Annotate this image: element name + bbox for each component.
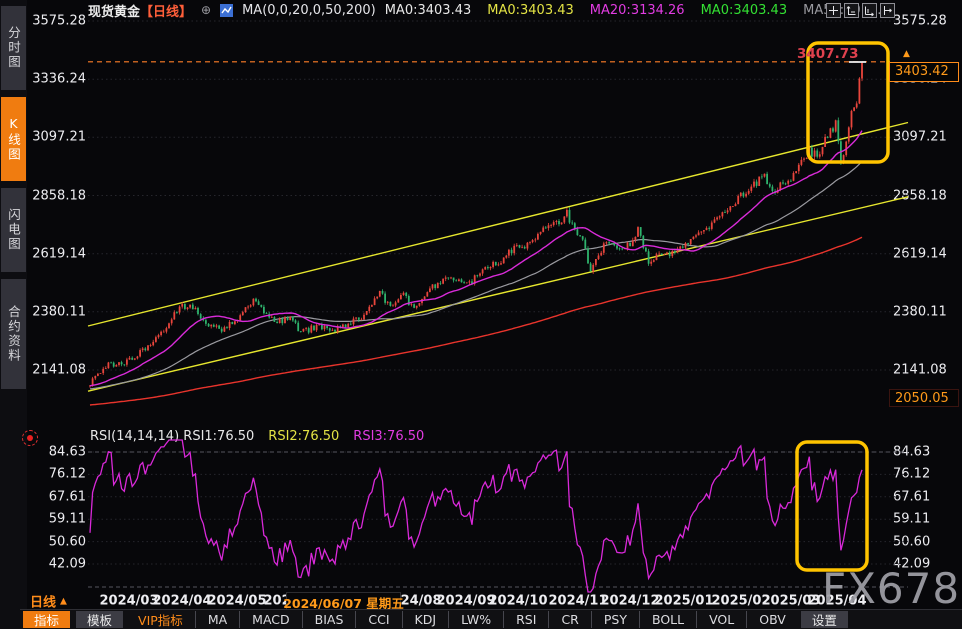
indicator-tab[interactable]: 指标	[23, 611, 70, 628]
trend-channel-line	[88, 197, 908, 391]
indicator-tab[interactable]: RSI	[503, 611, 548, 628]
trading-app-window: 分时图K线图闪电图合约资料 现货黄金【日线】 ⊕ MA(0,0,20,0,50,…	[0, 0, 962, 629]
ma-value-label: MA0:3403.43	[701, 3, 788, 18]
indicator-tab[interactable]: BOLL	[639, 611, 696, 628]
indicator-tab[interactable]: OBV	[746, 611, 798, 628]
indicator-tab[interactable]: MACD	[239, 611, 301, 628]
indicator-toolbar: 指标模板VIP指标MAMACDBIASCCIKDJLW%RSICRPSYBOLL…	[20, 609, 962, 629]
highlight-annotation-box	[797, 442, 867, 570]
indicator-tab[interactable]: VOL	[696, 611, 746, 628]
ma-settings-label[interactable]: MA(0,0,20,0,50,200)	[242, 3, 376, 18]
indicator-tab[interactable]: VIP指标	[126, 611, 195, 628]
indicator-tab[interactable]: 设置	[801, 611, 848, 628]
indicator-tab[interactable]: MA	[195, 611, 239, 628]
high-annotation: 3407.73	[797, 46, 859, 62]
indicator-tab[interactable]: CCI	[355, 611, 401, 628]
instrument-name: 现货黄金【日线】	[88, 1, 192, 20]
indicator-tab[interactable]: KDJ	[402, 611, 449, 628]
y-axis-scale-icon[interactable]	[844, 3, 859, 18]
crosshair-icon[interactable]	[826, 3, 841, 18]
indicator-tab[interactable]: BIAS	[302, 611, 356, 628]
price-up-arrow-icon: ▲	[903, 50, 910, 59]
chart-canvas[interactable]	[0, 0, 962, 629]
ma20-line	[90, 131, 862, 386]
shift-right-icon[interactable]	[880, 3, 895, 18]
current-price-label: 3403.42	[889, 62, 959, 82]
chart-header: 现货黄金【日线】 ⊕ MA(0,0,20,0,50,200) MA0:3403.…	[88, 2, 892, 18]
candles-layer	[89, 62, 863, 388]
indicator-tab[interactable]: 模板	[76, 611, 123, 628]
ma-values: MA0:3403.43 MA0:3403.43 MA20:3134.26 MA0:34…	[385, 3, 892, 18]
ma-value-label: MA20:3134.26	[590, 3, 685, 18]
ma-value-label: MA0:3403.43	[385, 3, 472, 18]
watermark: FX678	[822, 564, 960, 613]
chart-toolbar	[826, 3, 895, 18]
indicator-tab[interactable]: PSY	[591, 611, 639, 628]
rsi-line	[90, 440, 862, 592]
trend-channel-line	[88, 123, 908, 327]
indicator-tab[interactable]: CR	[548, 611, 590, 628]
x-axis-scale-icon[interactable]	[862, 3, 877, 18]
mini-chart-icon[interactable]	[220, 4, 233, 17]
indicator-tab[interactable]: LW%	[448, 611, 503, 628]
ma-value-label: MA0:3403.43	[487, 3, 574, 18]
add-overlay-icon[interactable]: ⊕	[201, 3, 211, 17]
period-tag[interactable]: 【日线】	[140, 5, 192, 20]
